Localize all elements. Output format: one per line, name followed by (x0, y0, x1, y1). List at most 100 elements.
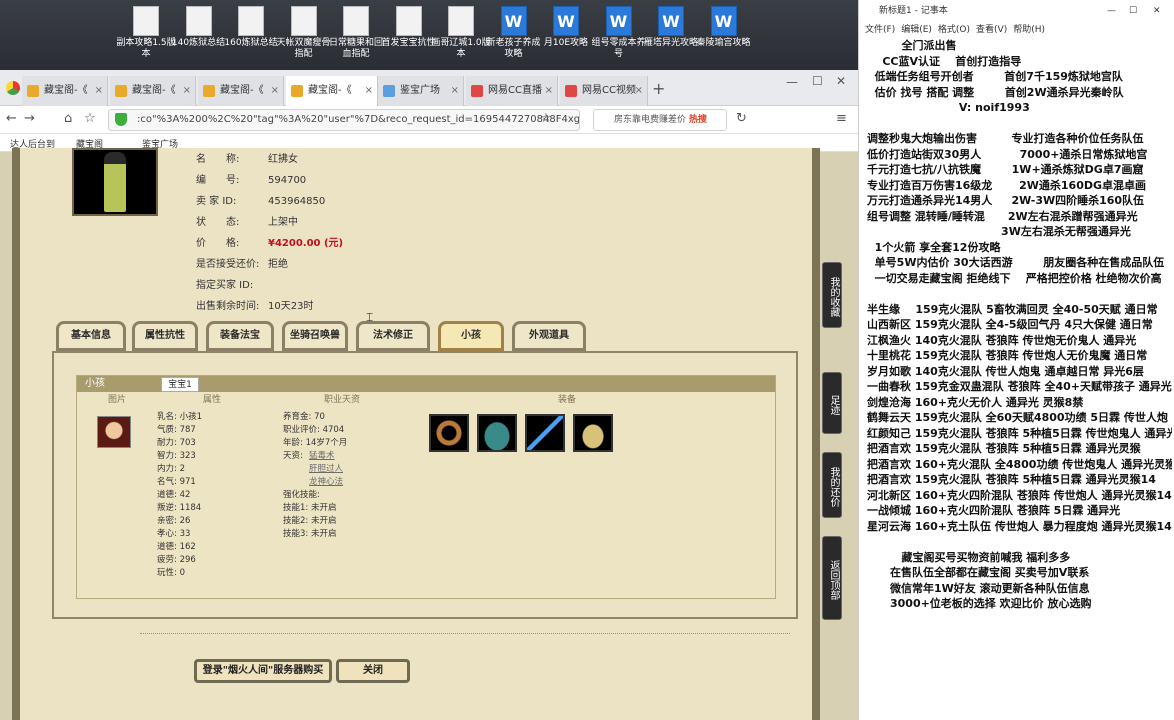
np-menu-2[interactable]: 格式(O) (938, 25, 970, 35)
notepad-line-text: 河北新区 160+克火四阶混队 苍狼阵 传世炮人 通异光灵猴14 (867, 488, 1172, 502)
browser-tab-5[interactable]: 网易CC直播 × (466, 76, 558, 106)
browser-tab-6[interactable]: 网易CC视频 × (560, 76, 648, 106)
detail-row-3: 状 态: 上架中 (196, 213, 298, 228)
star-icon[interactable]: ☆ (84, 111, 96, 126)
tab-5[interactable]: 小孩 (438, 321, 504, 351)
tab-1[interactable]: 属性抗性 (132, 321, 198, 351)
back-icon[interactable]: ← (6, 111, 17, 126)
np-close[interactable]: ✕ (1153, 0, 1161, 22)
home-icon[interactable]: ⌂ (64, 111, 72, 126)
np-menu-3[interactable]: 查看(V) (976, 25, 1007, 35)
desktop-icon-3[interactable]: 天帐双魔瘦骨指配 (274, 6, 334, 60)
detail-key: 编 号: (196, 175, 240, 186)
notepad-line-text: V: noif1993 (867, 101, 1030, 114)
detail-tabs: 基本信息 属性抗性 装备法宝 坐骑召唤兽 法术修正 小孩 外观道具 (56, 321, 816, 353)
desktop-icon-label: 月10E攻略 (543, 38, 589, 48)
desktop-icon-2[interactable]: 160炼狱总结 (221, 6, 281, 49)
tab-close-icon[interactable]: × (271, 76, 279, 106)
talent-link-2[interactable]: 龙神心法 (309, 476, 343, 489)
tab-close-icon[interactable]: × (451, 76, 459, 106)
detail-value: 453964850 (268, 196, 326, 207)
tab-close-icon[interactable]: × (365, 76, 373, 106)
desktop-icon-7[interactable]: W 新老孩子养成攻略 (484, 6, 544, 60)
desktop-icon-11[interactable]: W 秦陵瑜宫攻略 (694, 6, 754, 49)
equip-sword-icon[interactable] (525, 414, 565, 452)
detail-value: 上架中 (268, 217, 298, 228)
browser-tab-0[interactable]: 藏宝阁-《 × (22, 76, 108, 106)
notepad-line-14: 单号5W内估价 30大话西游 朋友圈各种在售成品队伍 (867, 255, 1172, 271)
subtab-baby1[interactable]: 宝宝1 (161, 377, 199, 392)
tab-close-icon[interactable]: × (183, 76, 191, 106)
equip-ring-icon[interactable] (429, 414, 469, 452)
desktop-icon-8[interactable]: W 月10E攻略 (536, 6, 596, 49)
np-menu-1[interactable]: 编辑(E) (901, 25, 932, 35)
minimize-button[interactable]: — (786, 75, 798, 89)
np-maximize[interactable]: ☐ (1129, 0, 1137, 22)
notepad-line-23: 剑煌沧海 160+克火无价人 通异光 灵猴8禁 (867, 395, 1172, 411)
document-icon (448, 6, 474, 36)
notepad-line-text: 在售队伍全部都在藏宝阁 买卖号加V联系 (867, 566, 1090, 579)
new-tab-button[interactable]: + (652, 79, 665, 98)
notepad-line-text: 单号5W内估价 30大话西游 朋友圈各种在售成品队伍 (867, 256, 1165, 269)
talent-link-0[interactable]: 猛毒术 (309, 450, 335, 463)
col-attr: 属性 (202, 395, 221, 405)
close-window-button[interactable]: ✕ (836, 74, 846, 88)
detail-value: 拒绝 (268, 259, 288, 270)
maximize-button[interactable]: ☐ (812, 74, 823, 88)
desktop-icon-0[interactable]: 副本攻略1.5版本 (116, 6, 176, 60)
search-input[interactable]: 房东靠电费赚差价 热搜 (593, 109, 727, 131)
browser-tab-1[interactable]: 藏宝阁-《 × (110, 76, 196, 106)
notepad-line-4: V: noif1993 (867, 100, 1172, 116)
detail-row-0: 名 称: 红拂女 (196, 150, 298, 165)
close-button[interactable]: 关闭 (336, 659, 410, 683)
notepad-line-text: 把酒言欢 159克火混队 苍狼阵 5种植5日霖 通异光灵猴14 (867, 473, 1156, 486)
career-0: 养育金: 70 (283, 412, 325, 422)
desktop-icon-label: 画哥辽城1.0版本 (431, 38, 491, 59)
menu-icon[interactable]: ≡ (836, 111, 847, 126)
notepad-line-8: 千元打造七抗/八抗铁魔 1W+通杀炼狱DG卓7画窟 (867, 162, 1172, 178)
desktop-icon-5[interactable]: 首发宝宝抗性 (379, 6, 439, 49)
desktop-icon-10[interactable]: W 雁塔异光攻略 (641, 6, 701, 49)
forward-icon[interactable]: → (24, 111, 35, 126)
browser-tab-3[interactable]: 藏宝阁-《 × (286, 76, 378, 106)
np-minimize[interactable]: — (1107, 0, 1116, 22)
content-frame: 名 称: 红拂女编 号: 594700 卖 家 ID: 453964850 状 态: 上架中… (12, 148, 820, 720)
col-equip: 装备 (557, 395, 576, 405)
notepad-line-1: CC蓝V认证 首创打造指导 (867, 54, 1172, 70)
tab-close-icon[interactable]: × (95, 76, 103, 106)
notepad-line-text: 3000+位老板的选择 欢迎比价 放心选购 (867, 597, 1092, 610)
side-top-button[interactable]: 返回顶部 (822, 536, 842, 620)
notepad-line-text: 一战倾城 160+克火四阶混队 苍狼阵 5日霖 通异光 (867, 504, 1121, 517)
np-menu-4[interactable]: 帮助(H) (1013, 25, 1045, 35)
bookmark-star-icon[interactable]: ☆ (540, 111, 552, 126)
tab-6[interactable]: 外观道具 (512, 321, 586, 351)
desktop-icon-9[interactable]: W 组号零成本养号 (589, 6, 649, 60)
talent-link-1[interactable]: 肝胆过人 (309, 463, 343, 476)
side-footprint-button[interactable]: 足迹 (822, 372, 842, 434)
notepad-line-31: 星河云海 160+克土队伍 传世炮人 暴力程度炮 通异光灵猴14 (867, 519, 1172, 535)
notepad-line-30: 一战倾城 160+克火四阶混队 苍狼阵 5日霖 通异光 (867, 503, 1172, 519)
tab-3[interactable]: 坐骑召唤兽 (282, 321, 348, 351)
tab-close-icon[interactable]: × (545, 76, 553, 106)
notepad-text[interactable]: 全门派出售 CC蓝V认证 首创打造指导 低端任务组号开创者 首创7千159炼狱地… (867, 38, 1172, 612)
desktop-icon-4[interactable]: 日常糖果和回血指配 (326, 6, 386, 60)
equip-robe-icon[interactable] (477, 414, 517, 452)
buy-button[interactable]: 登录"烟火人间"服务器购买 (194, 659, 332, 683)
side-bargain-button[interactable]: 我的还价 (822, 452, 842, 518)
browser-tab-2[interactable]: 藏宝阁-《 × (198, 76, 284, 106)
desktop-icon-6[interactable]: 画哥辽城1.0版本 (431, 6, 491, 60)
detail-key: 出售剩余时间: (196, 301, 260, 312)
desktop-icon-1[interactable]: 140炼狱总结 (169, 6, 229, 49)
career-3: 天资: (283, 451, 303, 461)
tab-2[interactable]: 装备法宝 (206, 321, 274, 351)
tab-0[interactable]: 基本信息 (56, 321, 126, 351)
equip-shoes-icon[interactable] (573, 414, 613, 452)
notepad-line-text: 把酒言欢 160+克火混队 全4800功绩 传世炮鬼人 通异光灵猴 (867, 457, 1172, 471)
np-menu-0[interactable]: 文件(F) (865, 25, 895, 35)
browser-tab-4[interactable]: 鉴宝广场 × (378, 76, 464, 106)
address-input[interactable]: :co"%3A%200%2C%20"tag"%3A%20"user"%7D&re… (108, 109, 580, 131)
tab-4[interactable]: 法术修正 (356, 321, 430, 351)
tab-close-icon[interactable]: × (635, 76, 643, 106)
refresh-icon[interactable]: ↻ (736, 111, 747, 126)
side-favorites-button[interactable]: 我的收藏 (822, 262, 842, 328)
